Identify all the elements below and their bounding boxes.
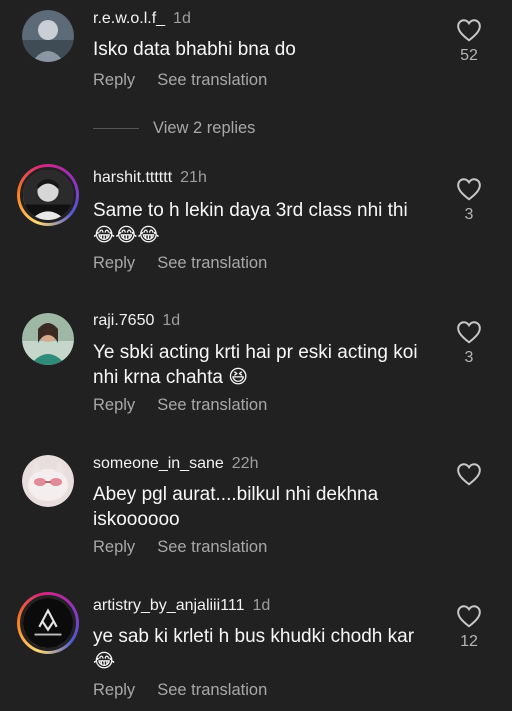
comment-actions: Reply See translation: [93, 254, 289, 273]
comment-actions: Reply See translation: [93, 538, 289, 557]
view-replies-button[interactable]: View 2 replies: [93, 119, 255, 138]
reply-button[interactable]: Reply: [93, 681, 135, 699]
avatar[interactable]: [17, 164, 79, 226]
heart-outline-icon[interactable]: [456, 604, 482, 628]
avatar[interactable]: [22, 313, 74, 365]
comment-actions: Reply See translation: [93, 71, 289, 90]
comment-username[interactable]: r.e.w.o.l.f_ 1d: [93, 10, 191, 28]
heart-outline-icon[interactable]: [456, 177, 482, 201]
heart-outline-icon[interactable]: [456, 462, 482, 486]
comment-time: 1d: [162, 312, 181, 329]
comment-actions: Reply See translation: [93, 396, 289, 415]
reply-button[interactable]: Reply: [93, 396, 135, 414]
see-translation-button[interactable]: See translation: [157, 396, 267, 414]
reply-button[interactable]: Reply: [93, 254, 135, 272]
like-count: 3: [464, 206, 474, 223]
divider: [93, 128, 139, 130]
comment-text: Isko data bhabhi bna do: [93, 39, 296, 60]
comment-time: 1d: [173, 10, 191, 27]
see-translation-button[interactable]: See translation: [157, 681, 267, 699]
see-translation-button[interactable]: See translation: [157, 71, 267, 89]
comment-time: 22h: [231, 455, 259, 472]
heart-outline-icon[interactable]: [456, 18, 482, 42]
reply-button[interactable]: Reply: [93, 71, 135, 89]
comment-text: Same to h lekin daya 3rd class nhi thi 😂…: [93, 200, 408, 246]
reply-button[interactable]: Reply: [93, 538, 135, 556]
comment-username[interactable]: someone_in_sane 22h: [93, 455, 258, 473]
like-count: 12: [460, 633, 478, 650]
comment-text: ye sab ki krleti h bus khudki chodh kar …: [93, 626, 415, 672]
comment-actions: Reply See translation: [93, 681, 289, 700]
comment-username[interactable]: harshit.tttttt 21h: [93, 169, 207, 187]
comment-username[interactable]: artistry_by_anjaliii111 1d: [93, 597, 270, 615]
comment-text: Abey pgl aurat....bilkul nhi dekhna isko…: [93, 484, 379, 530]
heart-outline-icon[interactable]: [456, 320, 482, 344]
avatar[interactable]: [22, 455, 74, 507]
like-count: 52: [460, 47, 478, 64]
see-translation-button[interactable]: See translation: [157, 538, 267, 556]
avatar[interactable]: [22, 10, 74, 62]
comment-text: Ye sbki acting krti hai pr eski acting k…: [93, 342, 418, 388]
comment-time: 21h: [180, 169, 207, 186]
like-count: 3: [464, 349, 474, 366]
comment-username[interactable]: raji.7650 1d: [93, 312, 180, 330]
avatar[interactable]: [17, 592, 79, 654]
see-translation-button[interactable]: See translation: [157, 254, 267, 272]
comment-time: 1d: [252, 597, 271, 614]
